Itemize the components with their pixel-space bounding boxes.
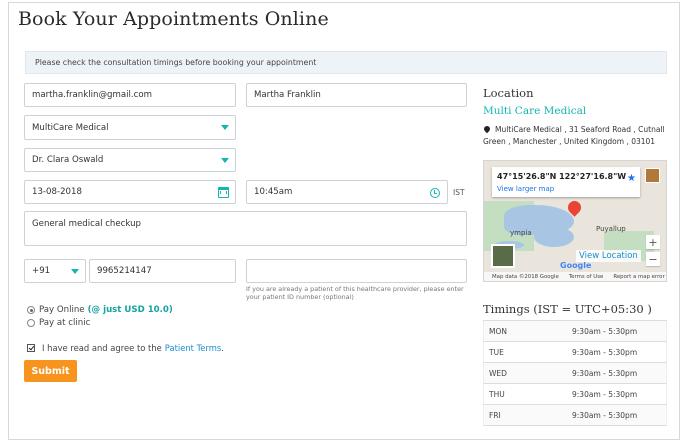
calendar-icon[interactable] (218, 187, 229, 198)
location-map[interactable]: 47°15'26.8"N 122°27'16.8"W View larger m… (483, 160, 667, 282)
email-field[interactable]: martha.franklin@gmail.com (24, 83, 236, 107)
day-cell: THU (489, 389, 505, 399)
chevron-down-icon (221, 125, 229, 130)
zoom-out-button[interactable]: − (646, 252, 660, 266)
satellite-toggle[interactable] (491, 244, 515, 268)
country-code-value: +91 (32, 266, 51, 276)
date-field[interactable]: 13-08-2018 (24, 180, 236, 204)
star-icon[interactable]: ★ (627, 173, 636, 184)
phone-value: 9965214147 (97, 266, 152, 276)
patient-terms-link[interactable]: Patient Terms (165, 343, 221, 353)
page-title: Book Your Appointments Online (18, 8, 329, 30)
time-field[interactable]: 10:45am (246, 180, 448, 204)
place-photo-thumbnail[interactable] (645, 168, 660, 183)
pay-online-radio[interactable] (27, 306, 35, 314)
hours-cell: 9:30am - 5:30pm (572, 368, 638, 378)
map-info-card: 47°15'26.8"N 122°27'16.8"W View larger m… (492, 167, 640, 197)
map-data-text: Map data ©2018 Google (492, 273, 559, 280)
pay-clinic-radio[interactable] (27, 319, 35, 327)
map-pin-icon (482, 124, 492, 134)
zoom-in-button[interactable]: + (646, 235, 660, 249)
table-row: FRI 9:30am - 5:30pm (483, 405, 667, 426)
clinic-select[interactable]: MultiCare Medical (24, 115, 236, 140)
notice-banner: Please check the consultation timings be… (25, 51, 667, 74)
terms-agreement: I have read and agree to the Patient Ter… (27, 343, 224, 353)
day-cell: TUE (489, 347, 504, 357)
agree-end: . (221, 343, 224, 353)
clinic-name[interactable]: Multi Care Medical (483, 105, 586, 117)
map-water-area (534, 227, 574, 247)
country-code-select[interactable]: +91 (24, 259, 86, 283)
chevron-down-icon (71, 269, 79, 274)
clinic-address: MultiCare Medical , 31 Seaford Road , Cu… (482, 124, 668, 147)
agree-checkbox[interactable] (27, 344, 35, 352)
chevron-down-icon (221, 158, 229, 163)
day-cell: FRI (489, 410, 501, 420)
map-footer: Map data ©2018 Google Terms of Use Repor… (484, 272, 666, 281)
hours-cell: 9:30am - 5:30pm (572, 389, 638, 399)
pay-online-option[interactable]: Pay Online (@ just USD 10.0) (27, 305, 173, 315)
map-place-label: ympia (510, 229, 532, 237)
doctor-select[interactable]: Dr. Clara Oswald (24, 148, 236, 172)
table-row: TUE 9:30am - 5:30pm (483, 342, 667, 363)
table-row: WED 9:30am - 5:30pm (483, 363, 667, 384)
location-heading: Location (483, 86, 534, 100)
google-logo-text: Google (560, 261, 592, 270)
day-cell: WED (489, 368, 507, 378)
email-value: martha.franklin@gmail.com (32, 90, 153, 100)
name-field[interactable]: Martha Franklin (246, 83, 467, 107)
pay-clinic-label: Pay at clinic (39, 318, 91, 328)
reason-textarea[interactable]: General medical checkup (24, 211, 467, 246)
timezone-label: IST (453, 188, 465, 197)
timings-heading: Timings (IST = UTC+05:30 ) (483, 302, 652, 316)
clinic-value: MultiCare Medical (32, 122, 109, 133)
time-value: 10:45am (254, 187, 293, 197)
clock-icon[interactable] (430, 188, 440, 198)
patient-id-field[interactable] (246, 259, 467, 283)
submit-button[interactable]: Submit (24, 360, 77, 382)
view-larger-map-link[interactable]: View larger map (497, 185, 554, 193)
address-text: MultiCare Medical , 31 Seaford Road , Cu… (483, 125, 665, 146)
agree-text: I have read and agree to the (42, 343, 162, 353)
phone-field[interactable]: 9965214147 (89, 259, 236, 283)
pay-online-price: (@ just USD 10.0) (87, 305, 173, 315)
table-row: MON 9:30am - 5:30pm (483, 321, 667, 342)
hours-cell: 9:30am - 5:30pm (572, 326, 638, 336)
hours-cell: 9:30am - 5:30pm (572, 410, 638, 420)
patient-id-help: If you are already a patient of this hea… (246, 285, 464, 301)
doctor-value: Dr. Clara Oswald (32, 155, 104, 165)
table-row: THU 9:30am - 5:30pm (483, 384, 667, 405)
day-cell: MON (489, 326, 507, 336)
pay-clinic-option[interactable]: Pay at clinic (27, 318, 90, 328)
reason-value: General medical checkup (32, 219, 142, 229)
report-map-error-link[interactable]: Report a map error (613, 274, 664, 280)
date-value: 13-08-2018 (32, 187, 82, 197)
timings-table: MON 9:30am - 5:30pm TUE 9:30am - 5:30pm … (483, 320, 667, 426)
map-coordinates: 47°15'26.8"N 122°27'16.8"W (497, 172, 627, 181)
map-place-label: Puyallup (596, 225, 626, 233)
hours-cell: 9:30am - 5:30pm (572, 347, 638, 357)
name-value: Martha Franklin (254, 90, 321, 100)
google-logo: Google (560, 261, 591, 270)
pay-online-label: Pay Online (39, 305, 85, 315)
terms-of-use-link[interactable]: Terms of Use (569, 274, 604, 280)
